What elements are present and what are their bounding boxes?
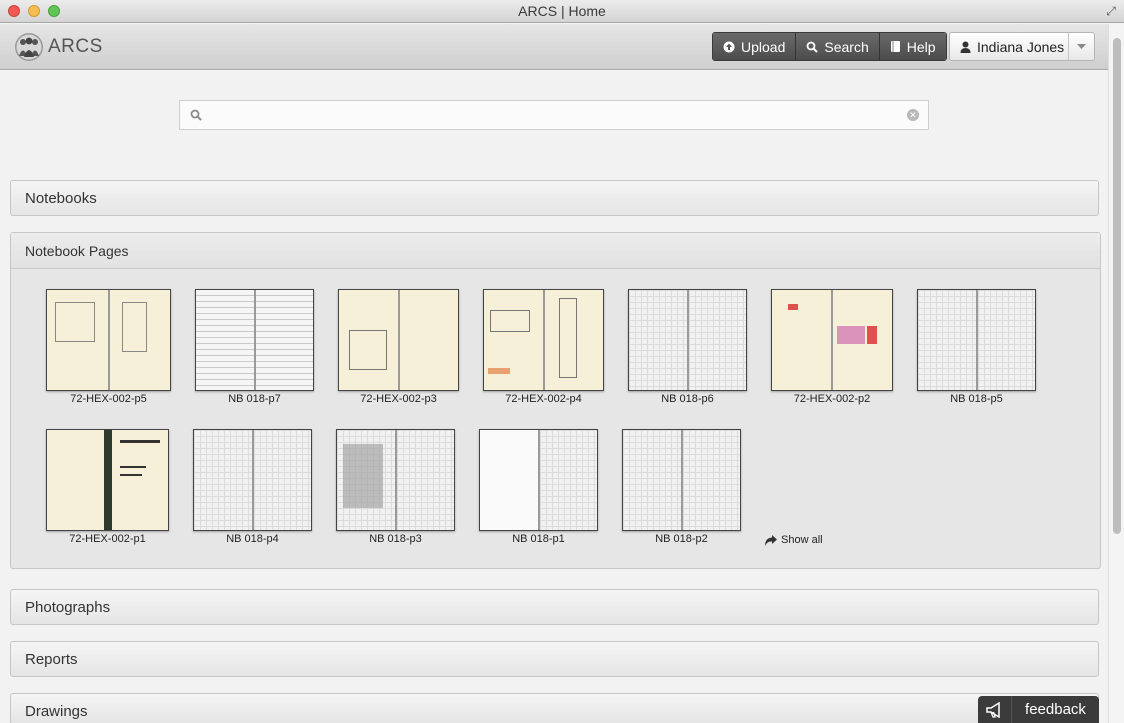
thumbnail-nb-018-p1[interactable]: NB 018-p1 bbox=[479, 429, 598, 547]
book-icon bbox=[890, 41, 900, 52]
thumbnail-caption: 72-HEX-002-p2 bbox=[793, 393, 871, 405]
notebook-page-image bbox=[622, 429, 741, 531]
thumbnail-72-hex-002-p2[interactable]: 72-HEX-002-p2 bbox=[771, 289, 893, 407]
help-label: Help bbox=[906, 38, 936, 55]
thumbnail-caption: NB 018-p3 bbox=[369, 533, 422, 545]
notebook-page-image bbox=[917, 289, 1036, 391]
user-dropdown-toggle[interactable] bbox=[1068, 33, 1094, 60]
zoom-window-button[interactable] bbox=[48, 5, 60, 17]
notebook-page-image bbox=[771, 289, 893, 391]
section-notebook-pages-header[interactable]: Notebook Pages bbox=[11, 233, 1100, 269]
scrollbar-thumb[interactable] bbox=[1113, 38, 1121, 534]
section-notebooks-label: Notebooks bbox=[25, 190, 97, 207]
notebook-page-image bbox=[338, 289, 459, 391]
section-reports[interactable]: Reports bbox=[10, 641, 1099, 677]
people-group-icon bbox=[15, 33, 43, 61]
thumbnail-nb-018-p5[interactable]: NB 018-p5 bbox=[917, 289, 1036, 407]
user-button[interactable]: Indiana Jones bbox=[950, 33, 1068, 60]
thumbnail-caption: NB 018-p2 bbox=[655, 533, 708, 545]
thumbnail-nb-018-p4[interactable]: NB 018-p4 bbox=[193, 429, 312, 547]
search-icon bbox=[190, 109, 202, 121]
thumbnail-nb-018-p6[interactable]: NB 018-p6 bbox=[628, 289, 747, 407]
section-reports-label: Reports bbox=[25, 651, 78, 668]
fullscreen-icon[interactable]: ⤢ bbox=[1104, 4, 1118, 18]
app-navbar: ARCS Upload Search Help Indiana Jones bbox=[0, 24, 1108, 70]
window-title: ARCS | Home bbox=[518, 3, 606, 19]
notebook-page-image bbox=[195, 289, 314, 391]
thumbnail-nb-018-p7[interactable]: NB 018-p7 bbox=[195, 289, 314, 407]
thumbnail-72-hex-002-p1[interactable]: 72-HEX-002-p1 bbox=[46, 429, 169, 547]
help-button[interactable]: Help bbox=[879, 33, 946, 60]
clear-search-icon[interactable]: ✕ bbox=[907, 109, 919, 121]
notebook-page-image bbox=[336, 429, 455, 531]
thumbnail-72-hex-002-p4[interactable]: 72-HEX-002-p4 bbox=[483, 289, 604, 407]
megaphone-icon bbox=[978, 696, 1012, 723]
thumbnail-caption: 72-HEX-002-p5 bbox=[70, 393, 147, 405]
search-label: Search bbox=[824, 38, 869, 55]
brand[interactable]: ARCS bbox=[14, 32, 103, 62]
thumbnail-caption: NB 018-p1 bbox=[512, 533, 565, 545]
section-drawings[interactable]: Drawings bbox=[10, 693, 1099, 723]
feedback-button[interactable]: feedback bbox=[978, 696, 1099, 723]
notebook-page-image bbox=[479, 429, 598, 531]
thumbnail-caption: NB 018-p7 bbox=[228, 393, 281, 405]
close-window-button[interactable] bbox=[8, 5, 20, 17]
user-icon bbox=[960, 41, 971, 53]
search-button[interactable]: Search bbox=[796, 33, 880, 60]
thumbnail-72-hex-002-p5[interactable]: 72-HEX-002-p5 bbox=[46, 289, 171, 407]
thumbnail-caption: NB 018-p6 bbox=[661, 393, 714, 405]
search-box: ✕ bbox=[179, 100, 929, 130]
share-arrow-icon bbox=[765, 534, 777, 546]
thumbnail-nb-018-p3[interactable]: NB 018-p3 bbox=[336, 429, 455, 547]
upload-label: Upload bbox=[741, 38, 786, 55]
section-photographs-label: Photographs bbox=[25, 599, 111, 616]
thumbnail-nb-018-p2[interactable]: NB 018-p2 bbox=[622, 429, 741, 547]
feedback-label: feedback bbox=[1025, 701, 1086, 718]
thumbnail-caption: 72-HEX-002-p4 bbox=[505, 393, 582, 405]
section-photographs[interactable]: Photographs bbox=[10, 589, 1099, 625]
search-icon bbox=[806, 41, 819, 53]
section-drawings-label: Drawings bbox=[25, 703, 88, 720]
brand-name: ARCS bbox=[48, 36, 103, 57]
notebook-page-image bbox=[628, 289, 747, 391]
caret-down-icon bbox=[1077, 44, 1086, 49]
thumbnail-caption: NB 018-p4 bbox=[226, 533, 279, 545]
notebook-page-image bbox=[483, 289, 604, 391]
thumbnail-caption: 72-HEX-002-p1 bbox=[69, 533, 146, 545]
notebook-page-image bbox=[46, 429, 169, 531]
window-titlebar: ARCS | Home ⤢ bbox=[0, 0, 1124, 23]
nav-button-group: Upload Search Help bbox=[712, 32, 947, 61]
page-scrollbar[interactable] bbox=[1108, 24, 1124, 723]
thumbnail-72-hex-002-p3[interactable]: 72-HEX-002-p3 bbox=[338, 289, 459, 407]
minimize-window-button[interactable] bbox=[28, 5, 40, 17]
search-input[interactable] bbox=[208, 106, 898, 125]
section-notebooks[interactable]: Notebooks bbox=[10, 180, 1099, 216]
user-name: Indiana Jones bbox=[977, 38, 1065, 55]
user-menu: Indiana Jones bbox=[949, 32, 1095, 61]
upload-icon bbox=[723, 41, 735, 52]
thumbnail-caption: 72-HEX-002-p3 bbox=[360, 393, 437, 405]
thumbnail-caption: NB 018-p5 bbox=[950, 393, 1003, 405]
show-all-link[interactable]: Show all bbox=[764, 534, 823, 546]
upload-button[interactable]: Upload bbox=[713, 33, 797, 60]
notebook-page-image bbox=[46, 289, 171, 391]
show-all-label: Show all bbox=[781, 534, 823, 546]
section-notebook-pages-label: Notebook Pages bbox=[25, 243, 129, 259]
notebook-page-image bbox=[193, 429, 312, 531]
